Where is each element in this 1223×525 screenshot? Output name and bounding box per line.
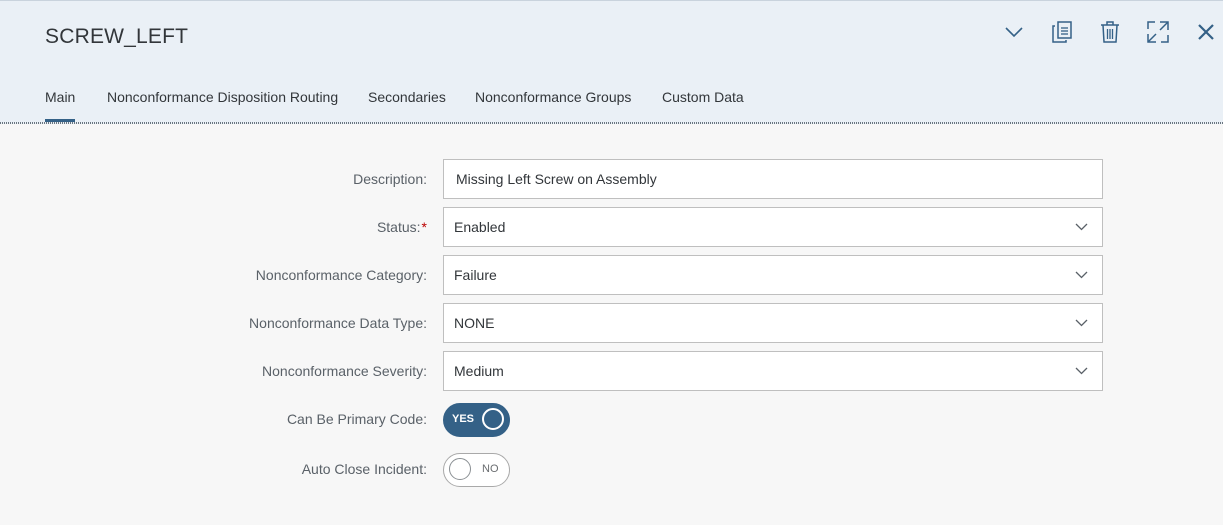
close-button[interactable] bbox=[1191, 17, 1221, 47]
copy-icon bbox=[1052, 21, 1072, 43]
status-select[interactable]: Enabled bbox=[443, 207, 1103, 247]
switch-state-text: NO bbox=[482, 463, 499, 475]
status-value: Enabled bbox=[454, 219, 506, 235]
delete-icon bbox=[1101, 21, 1119, 43]
fullscreen-icon bbox=[1147, 21, 1169, 43]
category-value: Failure bbox=[454, 267, 497, 283]
auto-close-switch[interactable]: NO bbox=[443, 453, 510, 487]
auto-close-label-wrap: Auto Close Incident: bbox=[0, 449, 427, 489]
description-value: Missing Left Screw on Assembly bbox=[456, 171, 657, 187]
data-type-value: NONE bbox=[454, 315, 495, 331]
collapse-button[interactable] bbox=[999, 17, 1029, 47]
copy-button[interactable] bbox=[1047, 17, 1077, 47]
severity-label: Nonconformance Severity: bbox=[262, 363, 427, 379]
chevron-down-icon bbox=[1075, 271, 1088, 279]
severity-select[interactable]: Medium bbox=[443, 351, 1103, 391]
chevron-down-icon bbox=[1075, 319, 1088, 327]
primary-code-label: Can Be Primary Code: bbox=[286, 411, 427, 427]
chevron-down-icon bbox=[1005, 27, 1023, 38]
primary-code-label-wrap: Can Be Primary Code: bbox=[0, 399, 427, 439]
data-type-label-wrap: Nonconformance Data Type: bbox=[0, 303, 427, 343]
header-actions bbox=[0, 17, 1223, 47]
description-input[interactable]: Missing Left Screw on Assembly bbox=[443, 159, 1103, 199]
data-type-select[interactable]: NONE bbox=[443, 303, 1103, 343]
chevron-down-icon bbox=[1075, 367, 1088, 375]
tab-secondaries[interactable]: Secondaries bbox=[368, 89, 446, 105]
switch-state-text: YES bbox=[452, 413, 475, 425]
severity-label-wrap: Nonconformance Severity: bbox=[0, 351, 427, 391]
status-label-wrap: Status:* bbox=[0, 207, 427, 247]
chevron-down-icon bbox=[1075, 223, 1088, 231]
data-type-label: Nonconformance Data Type: bbox=[249, 315, 427, 331]
primary-code-switch[interactable]: YES bbox=[443, 403, 510, 437]
description-label-wrap: Description: bbox=[0, 159, 427, 199]
severity-value: Medium bbox=[454, 363, 504, 379]
switch-knob bbox=[482, 408, 504, 430]
tab-custom-data[interactable]: Custom Data bbox=[662, 89, 744, 105]
object-header: SCREW_LEFT Main Nonconformance Dispositi… bbox=[0, 0, 1223, 123]
category-label: Nonconformance Category: bbox=[255, 267, 427, 283]
fullscreen-button[interactable] bbox=[1143, 17, 1173, 47]
header-divider bbox=[0, 122, 1223, 124]
category-select[interactable]: Failure bbox=[443, 255, 1103, 295]
required-marker: * bbox=[421, 219, 427, 235]
switch-knob bbox=[449, 458, 471, 480]
status-label-text: Status: bbox=[376, 219, 421, 235]
tab-nonconformance-disposition-routing[interactable]: Nonconformance Disposition Routing bbox=[107, 89, 338, 105]
status-label: Status:* bbox=[377, 219, 427, 235]
delete-button[interactable] bbox=[1095, 17, 1125, 47]
auto-close-label: Auto Close Incident: bbox=[301, 461, 427, 477]
tab-nonconformance-groups[interactable]: Nonconformance Groups bbox=[475, 89, 631, 105]
description-label: Description: bbox=[353, 171, 427, 187]
category-label-wrap: Nonconformance Category: bbox=[0, 255, 427, 295]
close-icon bbox=[1198, 24, 1214, 40]
tab-main[interactable]: Main bbox=[45, 89, 76, 122]
